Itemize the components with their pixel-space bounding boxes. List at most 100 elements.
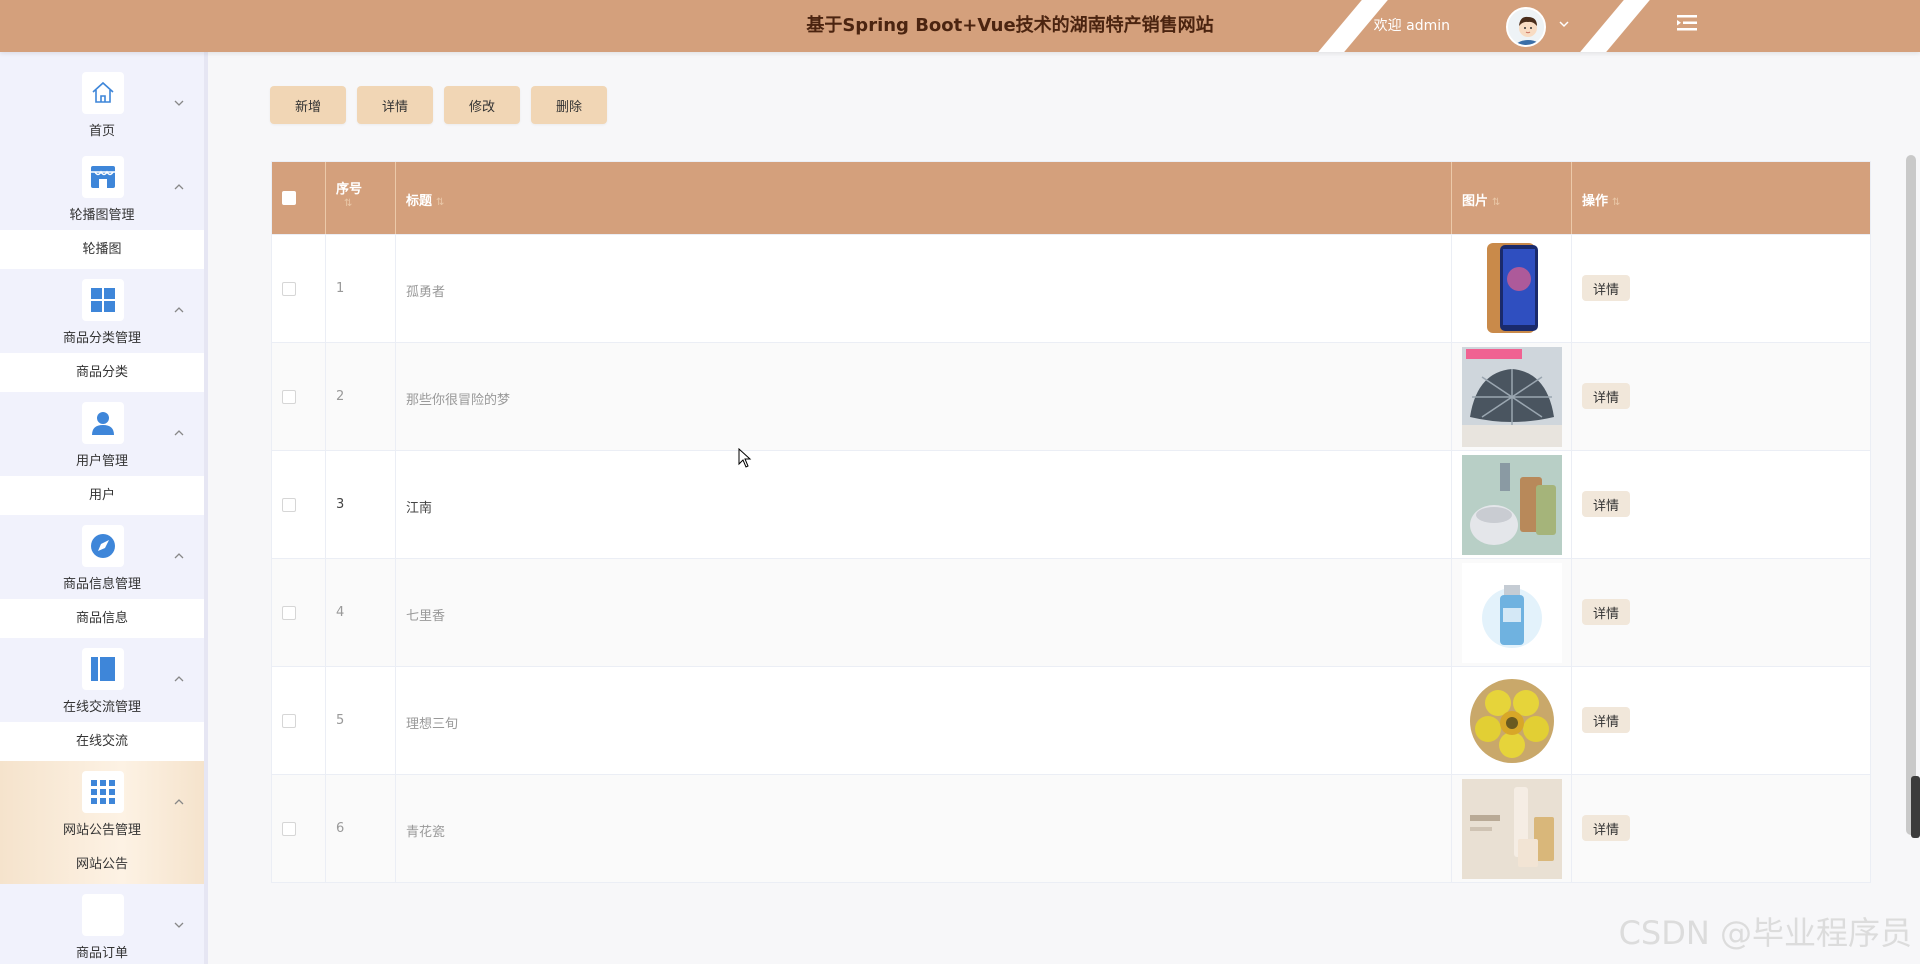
header-image[interactable]: 图片 ⇅ bbox=[1452, 162, 1572, 234]
row-checkbox[interactable] bbox=[282, 390, 296, 404]
pillow-image bbox=[1462, 347, 1562, 447]
header-checkbox-cell bbox=[272, 162, 326, 234]
row-detail-button[interactable]: 详情 bbox=[1582, 275, 1630, 301]
row-checkbox[interactable] bbox=[282, 714, 296, 728]
sidebar-item-banner-management[interactable]: 轮播图管理 bbox=[0, 146, 204, 230]
row-checkbox[interactable] bbox=[282, 282, 296, 296]
sidebar-item-label: 用户管理 bbox=[75, 454, 128, 469]
chevron-down-icon[interactable] bbox=[1556, 16, 1572, 32]
apps-icon bbox=[82, 771, 124, 813]
table-row[interactable]: 6 青花瓷 详情 bbox=[272, 774, 1870, 883]
vertical-scrollbar[interactable] bbox=[1906, 155, 1916, 835]
sort-icon[interactable]: ⇅ bbox=[344, 198, 352, 209]
select-all-checkbox[interactable] bbox=[282, 191, 296, 205]
chevron-up-icon bbox=[174, 553, 184, 559]
submenu-banner[interactable]: 轮播图 bbox=[0, 230, 204, 269]
chevron-up-icon bbox=[174, 430, 184, 436]
row-checkbox[interactable] bbox=[282, 822, 296, 836]
bottle-image bbox=[1462, 563, 1562, 663]
chevron-up-icon bbox=[174, 676, 184, 682]
blank-icon bbox=[82, 894, 124, 936]
sidebar-item-home[interactable]: 首页 bbox=[0, 62, 204, 146]
sidebar-item-category-management[interactable]: 商品分类管理 bbox=[0, 269, 204, 353]
submenu-user[interactable]: 用户 bbox=[0, 476, 204, 515]
sidebar-item-label: 商品订单 bbox=[75, 946, 128, 961]
cosmetics-image bbox=[1462, 779, 1562, 879]
table-row[interactable]: 3 江南 详情 bbox=[272, 450, 1870, 559]
chevron-up-icon bbox=[174, 184, 184, 190]
submenu-product[interactable]: 商品信息 bbox=[0, 599, 204, 638]
sidebar-item-product-management[interactable]: 商品信息管理 bbox=[0, 515, 204, 599]
sidebar-item-notice-management[interactable]: 网站公告管理 bbox=[0, 761, 204, 845]
row-seq: 2 bbox=[336, 389, 345, 404]
delete-button[interactable]: 删除 bbox=[531, 86, 607, 124]
row-title: 那些你很冒险的梦 bbox=[406, 393, 511, 408]
table-header: 序号 ⇅ 标题 ⇅ 图片 ⇅ 操作 ⇅ bbox=[272, 162, 1870, 234]
header-title-label: 标题 bbox=[406, 194, 433, 209]
header-seq-label: 序号 bbox=[336, 182, 363, 197]
edit-button[interactable]: 修改 bbox=[444, 86, 520, 124]
side-handle[interactable] bbox=[1911, 776, 1920, 838]
row-detail-button[interactable]: 详情 bbox=[1582, 383, 1630, 409]
main-content: 新增 详情 修改 删除 序号 ⇅ 标题 ⇅ 图片 ⇅ 操作 ⇅ 1 孤勇者 详情… bbox=[240, 52, 1890, 964]
row-title: 江南 bbox=[406, 501, 433, 516]
user-avatar[interactable] bbox=[1506, 7, 1546, 47]
compass-icon bbox=[82, 525, 124, 567]
header-image-label: 图片 bbox=[1462, 194, 1489, 209]
toolbar: 新增 详情 修改 删除 bbox=[270, 86, 607, 124]
table-row[interactable]: 4 七里香 详情 bbox=[272, 558, 1870, 667]
row-seq: 1 bbox=[336, 281, 345, 296]
sidebar-item-forum-management[interactable]: 在线交流管理 bbox=[0, 638, 204, 722]
row-title: 七里香 bbox=[406, 609, 446, 624]
add-button[interactable]: 新增 bbox=[270, 86, 346, 124]
row-seq: 4 bbox=[336, 605, 345, 620]
table-row[interactable]: 1 孤勇者 详情 bbox=[272, 234, 1870, 343]
detail-button[interactable]: 详情 bbox=[357, 86, 433, 124]
row-seq: 3 bbox=[336, 497, 345, 512]
chevron-up-icon bbox=[174, 307, 184, 313]
chevron-down-icon bbox=[174, 100, 184, 106]
header-action[interactable]: 操作 ⇅ bbox=[1572, 162, 1870, 234]
sidebar-item-label: 在线交流管理 bbox=[62, 700, 141, 715]
row-title: 孤勇者 bbox=[406, 285, 446, 300]
submenu-category[interactable]: 商品分类 bbox=[0, 353, 204, 392]
sidebar-item-label: 首页 bbox=[88, 124, 115, 139]
row-seq: 5 bbox=[336, 713, 345, 728]
row-detail-button[interactable]: 详情 bbox=[1582, 815, 1630, 841]
data-table: 序号 ⇅ 标题 ⇅ 图片 ⇅ 操作 ⇅ 1 孤勇者 详情 2 那些你很冒险的梦 … bbox=[271, 161, 1871, 883]
row-detail-button[interactable]: 详情 bbox=[1582, 491, 1630, 517]
row-title: 青花瓷 bbox=[406, 825, 446, 840]
sidebar-item-label: 网站公告管理 bbox=[62, 823, 141, 838]
chevron-up-icon bbox=[174, 799, 184, 805]
row-title: 理想三旬 bbox=[406, 717, 459, 732]
book-icon bbox=[82, 648, 124, 690]
store-icon bbox=[82, 156, 124, 198]
table-row[interactable]: 5 理想三旬 详情 bbox=[272, 666, 1870, 775]
menu-toggle-icon[interactable] bbox=[1677, 14, 1697, 32]
cups-image bbox=[1462, 455, 1562, 555]
row-detail-button[interactable]: 详情 bbox=[1582, 707, 1630, 733]
header-seq[interactable]: 序号 ⇅ bbox=[326, 162, 396, 234]
lemons-image bbox=[1462, 671, 1562, 771]
row-checkbox[interactable] bbox=[282, 498, 296, 512]
table-row[interactable]: 2 那些你很冒险的梦 详情 bbox=[272, 342, 1870, 451]
sidebar-item-label: 商品分类管理 bbox=[62, 331, 141, 346]
phone-image bbox=[1462, 239, 1562, 339]
submenu-notice[interactable]: 网站公告 bbox=[0, 845, 204, 884]
sidebar-item-user-management[interactable]: 用户管理 bbox=[0, 392, 204, 476]
row-detail-button[interactable]: 详情 bbox=[1582, 599, 1630, 625]
watermark: CSDN @毕业程序员 bbox=[1618, 914, 1912, 952]
user-icon bbox=[82, 402, 124, 444]
submenu-forum[interactable]: 在线交流 bbox=[0, 722, 204, 761]
mouse-cursor-icon bbox=[738, 448, 752, 468]
row-checkbox[interactable] bbox=[282, 606, 296, 620]
sidebar: 首页 轮播图管理 轮播图 商品分类管理 商品分类 用户管理 用户 商品信息管理 … bbox=[0, 52, 208, 964]
header-action-label: 操作 bbox=[1582, 194, 1609, 209]
sort-icon[interactable]: ⇅ bbox=[1492, 197, 1500, 208]
chevron-down-icon bbox=[174, 922, 184, 928]
sidebar-item-label: 商品信息管理 bbox=[62, 577, 141, 592]
sidebar-item-orders[interactable]: 商品订单 bbox=[0, 884, 204, 964]
sort-icon[interactable]: ⇅ bbox=[1612, 197, 1620, 208]
sort-icon[interactable]: ⇅ bbox=[436, 197, 444, 208]
header-title[interactable]: 标题 ⇅ bbox=[396, 162, 1452, 234]
